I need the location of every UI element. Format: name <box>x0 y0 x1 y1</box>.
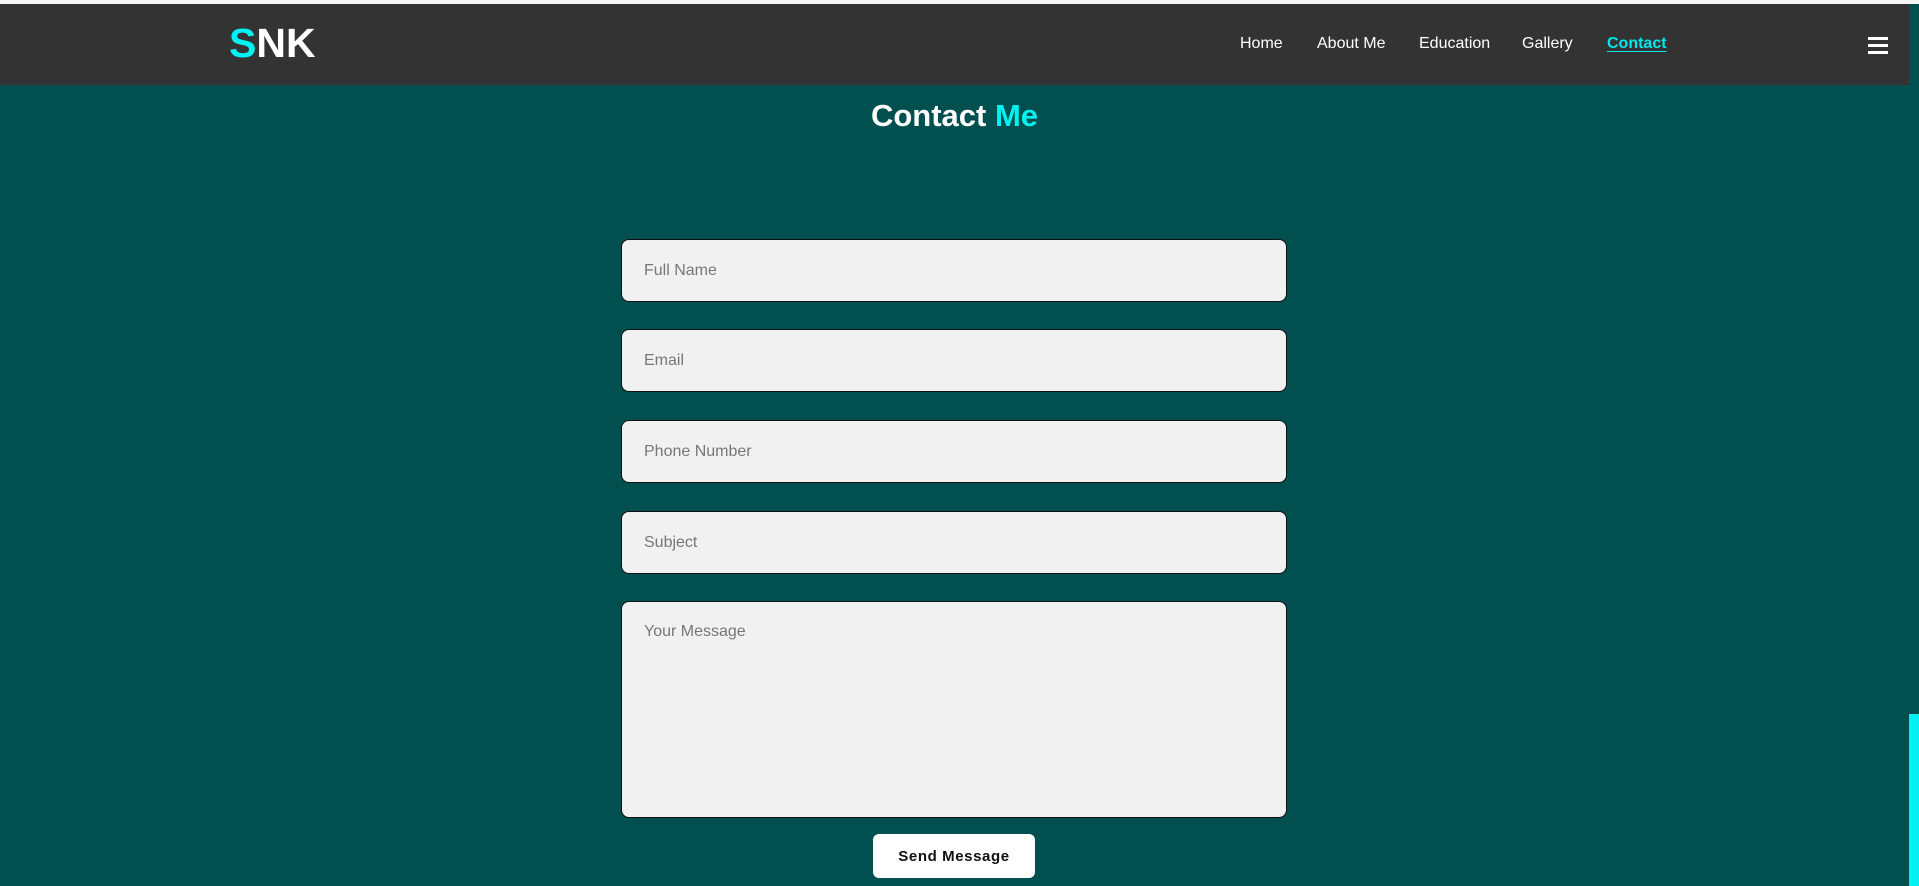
phone-number-input[interactable] <box>621 420 1287 483</box>
nav-link-education[interactable]: Education <box>1419 34 1490 54</box>
site-header: SNK Home About Me Education Gallery Cont… <box>0 4 1909 85</box>
logo-accent-letter: S <box>229 20 257 66</box>
menu-bar-top <box>1868 37 1888 40</box>
page-title-main: Contact <box>870 98 987 133</box>
nav-link-gallery[interactable]: Gallery <box>1522 34 1573 54</box>
menu-bar-middle <box>1868 44 1888 47</box>
nav-link-contact[interactable]: Contact <box>1607 34 1667 54</box>
email-input[interactable] <box>621 329 1287 392</box>
site-logo[interactable]: SNK <box>229 20 316 66</box>
scrollbar-thumb[interactable] <box>1909 714 1919 886</box>
hamburger-menu-icon[interactable] <box>1868 37 1890 57</box>
menu-bar-bottom <box>1868 51 1888 54</box>
subject-input[interactable] <box>621 511 1287 574</box>
send-message-button[interactable]: Send Message <box>873 834 1035 878</box>
message-textarea[interactable] <box>621 601 1287 818</box>
page-title-highlight: Me <box>994 98 1039 133</box>
nav-link-home[interactable]: Home <box>1240 34 1283 54</box>
nav-link-about-me[interactable]: About Me <box>1317 34 1385 54</box>
page-title: Contact Me <box>0 96 1909 136</box>
logo-rest: NK <box>256 20 316 66</box>
full-name-input[interactable] <box>621 239 1287 302</box>
